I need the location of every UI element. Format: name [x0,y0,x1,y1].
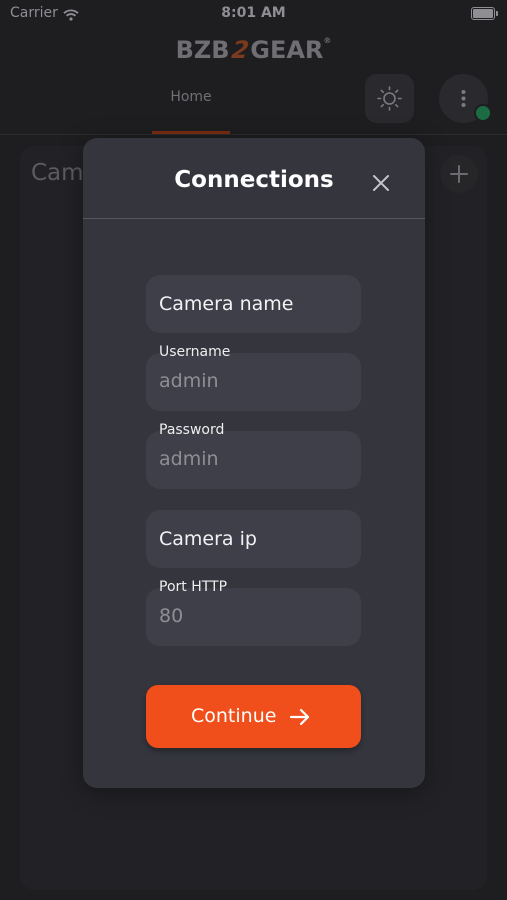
tab-home-label: Home [170,89,212,105]
password-label: Password [159,422,225,438]
add-camera-button[interactable] [440,155,478,193]
close-button[interactable] [367,169,395,197]
header-divider [0,134,507,135]
password-field[interactable]: Password [146,422,361,489]
username-label: Username [159,344,231,360]
close-icon [373,175,389,191]
continue-label: Continue [191,705,277,727]
battery-icon [471,7,498,20]
connection-status-dot [474,104,492,122]
tab-home[interactable]: Home [152,86,230,134]
username-field[interactable]: Username [146,344,361,411]
port-http-field[interactable]: Port HTTP [146,579,361,646]
port-http-input[interactable] [159,605,349,627]
status-time: 8:01 AM [221,5,286,21]
port-http-label: Port HTTP [159,579,228,595]
camera-name-field[interactable]: Camera name [146,275,361,333]
plus-icon [450,165,468,183]
continue-button[interactable]: Continue [146,685,361,748]
modal-divider [83,218,425,219]
arrow-right-icon [289,708,310,726]
cameras-panel-title: Cam [31,160,84,186]
username-input[interactable] [159,370,349,392]
password-input[interactable] [159,448,349,470]
status-bar: Carrier 8:01 AM [0,0,507,28]
sun-icon [377,86,402,111]
brand-logo: BZB2GEAR® [175,36,332,64]
theme-toggle-button[interactable] [365,74,414,123]
camera-ip-field[interactable]: Camera ip [146,510,361,568]
connections-modal: Connections Camera name Username Passwor… [83,138,425,788]
